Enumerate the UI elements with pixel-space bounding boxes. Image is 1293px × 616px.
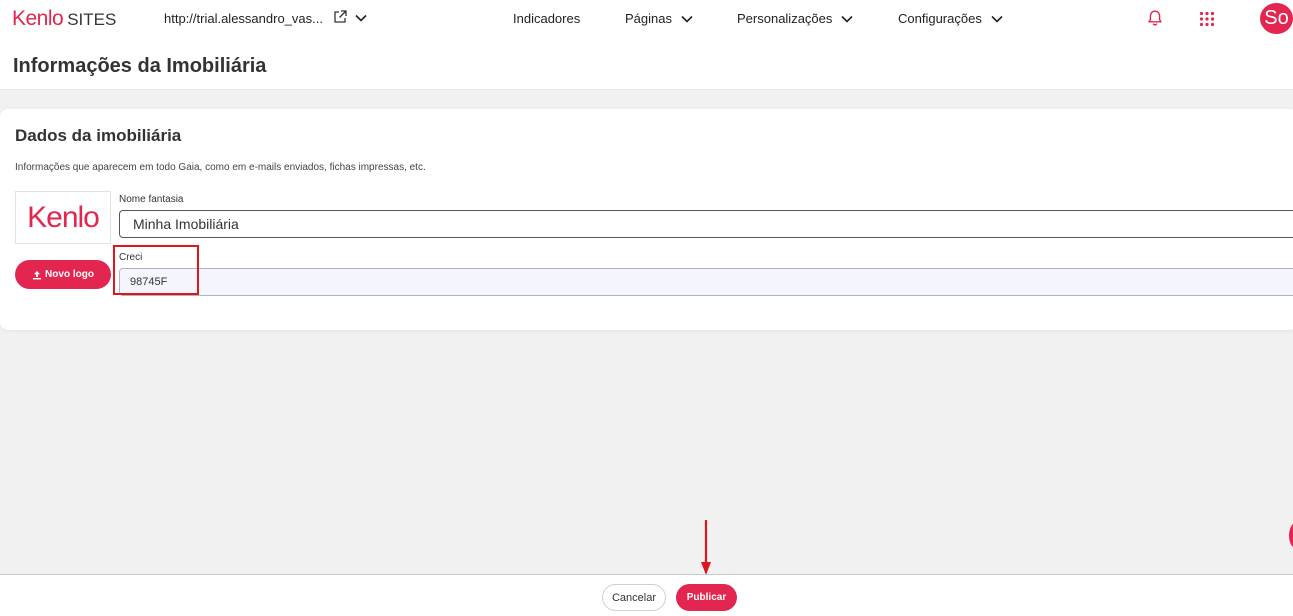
- kenlo-sites-logo[interactable]: Kenlo SITES: [12, 8, 116, 30]
- card-title: Dados da imobiliária: [15, 126, 182, 145]
- bell-icon[interactable]: [1146, 9, 1164, 27]
- logo-preview: Kenlo: [15, 191, 111, 244]
- nome-fantasia-input[interactable]: Minha Imobiliária: [119, 210, 1293, 238]
- page-header: Informações da Imobiliária: [0, 38, 1293, 90]
- chevron-down-icon[interactable]: [354, 11, 368, 25]
- nome-fantasia-label: Nome fantasia: [119, 194, 184, 205]
- upload-icon: [33, 270, 42, 279]
- card-description: Informações que aparecem em todo Gaia, c…: [15, 162, 426, 173]
- nav-paginas-label: Páginas: [625, 11, 672, 26]
- publish-button[interactable]: Publicar: [676, 584, 737, 611]
- nav-configuracoes[interactable]: Configurações: [898, 11, 1004, 26]
- nav-configuracoes-label: Configurações: [898, 11, 982, 26]
- new-logo-label: Novo logo: [45, 269, 94, 280]
- chevron-down-icon: [841, 15, 853, 23]
- nav-personalizacoes-label: Personalizações: [737, 11, 833, 26]
- chevron-down-icon: [991, 15, 1003, 23]
- logo-sites-text: SITES: [67, 10, 117, 29]
- nav-indicadores[interactable]: Indicadores: [513, 11, 580, 26]
- nav-paginas[interactable]: Páginas: [625, 11, 694, 26]
- logo-kenlo-text: Kenlo: [12, 7, 64, 30]
- external-link-icon[interactable]: [333, 10, 347, 24]
- annotation-arrow-icon: [701, 520, 711, 575]
- floating-help-button[interactable]: [1289, 522, 1293, 549]
- nav-indicadores-label: Indicadores: [513, 11, 581, 26]
- footer-bar: Cancelar Publicar: [0, 574, 1293, 616]
- avatar[interactable]: So: [1260, 3, 1293, 34]
- cancel-button[interactable]: Cancelar: [602, 584, 666, 611]
- logo-preview-text: Kenlo: [27, 200, 100, 234]
- site-url-selector[interactable]: http://trial.alessandro_vas...: [164, 11, 323, 26]
- creci-input[interactable]: 98745F: [119, 268, 1293, 296]
- grid-dots-icon[interactable]: [1199, 11, 1215, 27]
- annotation-highlight-box: [113, 245, 199, 295]
- company-data-card: Dados da imobiliária Informações que apa…: [0, 109, 1293, 330]
- top-bar: Kenlo SITES http://trial.alessandro_vas.…: [0, 0, 1293, 38]
- new-logo-button[interactable]: Novo logo: [15, 260, 111, 289]
- nav-personalizacoes[interactable]: Personalizações: [737, 11, 854, 26]
- chevron-down-icon: [681, 15, 693, 23]
- page-title: Informações da Imobiliária: [13, 55, 267, 77]
